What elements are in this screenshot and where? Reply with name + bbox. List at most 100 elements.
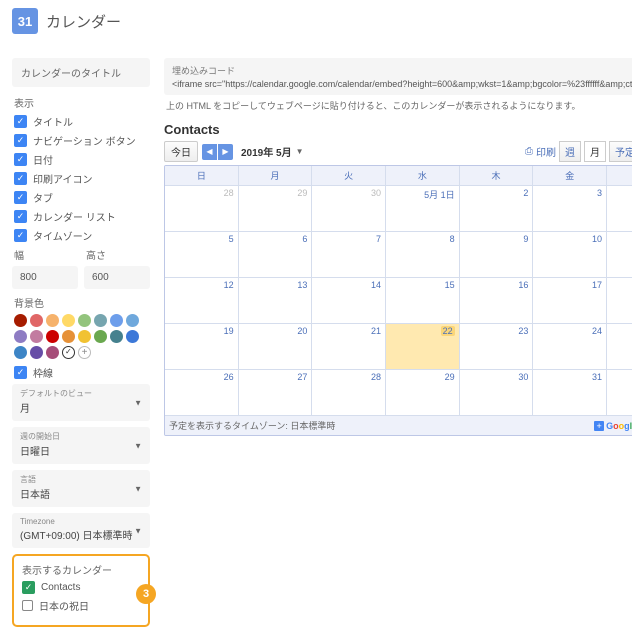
day-header: 月: [238, 166, 312, 185]
calendar-cell[interactable]: 2: [459, 186, 533, 231]
tab-month[interactable]: 月: [584, 141, 606, 162]
calendar-cell[interactable]: 28: [165, 186, 238, 231]
color-swatch[interactable]: [14, 314, 27, 327]
calendar-cell[interactable]: 6: [238, 232, 312, 277]
calendar-cell[interactable]: 9: [459, 232, 533, 277]
calendar-cell[interactable]: 21: [311, 324, 385, 369]
display-checkbox-2[interactable]: ✓: [14, 153, 27, 166]
calendar-cell[interactable]: 20: [238, 324, 312, 369]
language-value: 日本語: [20, 486, 142, 501]
calendar-cell[interactable]: 6月 1日: [606, 370, 632, 415]
day-header: 火: [311, 166, 385, 185]
calendar-item-label: Contacts: [41, 582, 80, 593]
today-button[interactable]: 今日: [164, 141, 198, 162]
bgcolor-label: 背景色: [14, 295, 150, 310]
calendar-cell[interactable]: 26: [165, 370, 238, 415]
tab-agenda[interactable]: 予定リスト ▼: [609, 141, 632, 162]
calendar-cell[interactable]: 27: [238, 370, 312, 415]
prev-month-button[interactable]: ◀: [202, 144, 217, 160]
calendar-cell[interactable]: 14: [311, 278, 385, 323]
calendar-cell[interactable]: 17: [532, 278, 606, 323]
color-swatch[interactable]: [126, 314, 139, 327]
embed-code-box[interactable]: 埋め込みコード <iframe src="https://calendar.go…: [164, 58, 632, 95]
calendar-cell[interactable]: 19: [165, 324, 238, 369]
color-swatch[interactable]: [62, 330, 75, 343]
calendar-cell[interactable]: 31: [532, 370, 606, 415]
border-label: 枠線: [33, 365, 53, 380]
calendar-cell[interactable]: 29: [385, 370, 459, 415]
color-swatch[interactable]: [46, 330, 59, 343]
print-icon[interactable]: ⎙: [525, 146, 533, 157]
color-add-button[interactable]: +: [78, 346, 91, 359]
week-start-select[interactable]: 週の開始日 日曜日 ▼: [12, 427, 150, 464]
display-item-label: 日付: [33, 152, 53, 167]
calendar-cell[interactable]: 11: [606, 232, 632, 277]
calendar-cell[interactable]: 5: [165, 232, 238, 277]
calendar-cell[interactable]: 30: [311, 186, 385, 231]
width-input[interactable]: [12, 266, 78, 289]
calendar-cell[interactable]: 4: [606, 186, 632, 231]
color-swatch[interactable]: [94, 314, 107, 327]
chevron-down-icon: ▼: [134, 441, 142, 450]
display-checkbox-4[interactable]: ✓: [14, 191, 27, 204]
calendar-cell[interactable]: 7: [311, 232, 385, 277]
timezone-label: Timezone: [20, 517, 142, 526]
google-calendar-brand[interactable]: + Google Calendar: [594, 421, 632, 431]
calendar-cell[interactable]: 16: [459, 278, 533, 323]
display-item-label: タブ: [33, 190, 53, 205]
color-swatch[interactable]: [110, 314, 123, 327]
color-swatch[interactable]: [14, 346, 27, 359]
display-section-label: 表示: [14, 95, 150, 110]
color-swatch[interactable]: [78, 314, 91, 327]
color-swatch[interactable]: [110, 330, 123, 343]
calendar-cell[interactable]: 18: [606, 278, 632, 323]
default-view-value: 月: [20, 400, 142, 415]
color-swatch-selected[interactable]: [62, 346, 75, 359]
next-month-button[interactable]: ▶: [218, 144, 233, 160]
tab-week[interactable]: 週: [559, 141, 581, 162]
color-swatch[interactable]: [30, 314, 43, 327]
height-input[interactable]: [84, 266, 150, 289]
display-checkbox-1[interactable]: ✓: [14, 134, 27, 147]
calendar-cell[interactable]: 23: [459, 324, 533, 369]
color-swatch[interactable]: [30, 330, 43, 343]
display-checkbox-3[interactable]: ✓: [14, 172, 27, 185]
calendar-cell[interactable]: 29: [238, 186, 312, 231]
calendar-cell[interactable]: 3: [532, 186, 606, 231]
display-checkbox-5[interactable]: ✓: [14, 210, 27, 223]
color-swatch[interactable]: [46, 346, 59, 359]
display-checkbox-6[interactable]: ✓: [14, 229, 27, 242]
color-swatch[interactable]: [78, 330, 91, 343]
calendar-checkbox-0[interactable]: ✓: [22, 581, 35, 594]
calendar-cell[interactable]: 30: [459, 370, 533, 415]
day-header: 金: [532, 166, 606, 185]
color-swatch[interactable]: [94, 330, 107, 343]
calendar-cell[interactable]: 13: [238, 278, 312, 323]
calendar-cell[interactable]: 22: [385, 324, 459, 369]
calendar-cell[interactable]: 5月 1日: [385, 186, 459, 231]
calendar-grid: 日月火水木金土 2829305月 1日234567891011121314151…: [164, 165, 632, 436]
color-swatch[interactable]: [30, 346, 43, 359]
language-select[interactable]: 言語 日本語 ▼: [12, 470, 150, 507]
color-swatch[interactable]: [62, 314, 75, 327]
month-label[interactable]: 2019年 5月: [241, 144, 292, 159]
calendar-cell[interactable]: 8: [385, 232, 459, 277]
width-label: 幅: [14, 247, 78, 262]
color-swatch[interactable]: [46, 314, 59, 327]
calendar-cell[interactable]: 12: [165, 278, 238, 323]
calendar-cell[interactable]: 15: [385, 278, 459, 323]
calendar-cell[interactable]: 28: [311, 370, 385, 415]
title-box[interactable]: カレンダーのタイトル: [12, 58, 150, 87]
default-view-select[interactable]: デフォルトのビュー 月 ▼: [12, 384, 150, 421]
display-checkbox-0[interactable]: ✓: [14, 115, 27, 128]
calendar-cell[interactable]: 25: [606, 324, 632, 369]
color-swatch[interactable]: [14, 330, 27, 343]
calendar-cell[interactable]: 24: [532, 324, 606, 369]
print-link[interactable]: 印刷: [536, 144, 556, 159]
border-checkbox[interactable]: ✓: [14, 366, 27, 379]
calendar-checkbox-1[interactable]: [22, 600, 33, 611]
color-swatch[interactable]: [126, 330, 139, 343]
timezone-select[interactable]: Timezone (GMT+09:00) 日本標準時 ▼: [12, 513, 150, 548]
embed-label: 埋め込みコード: [172, 64, 632, 77]
calendar-cell[interactable]: 10: [532, 232, 606, 277]
